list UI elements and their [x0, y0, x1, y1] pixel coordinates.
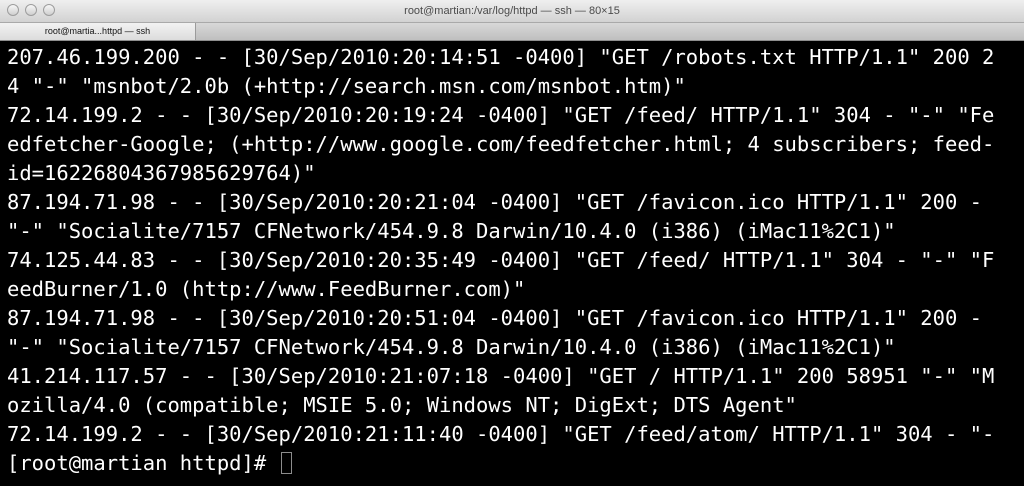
terminal-line: "-" "Socialite/7157 CFNetwork/454.9.8 Da… [7, 219, 896, 243]
terminal-output[interactable]: 207.46.199.200 - - [30/Sep/2010:20:14:51… [0, 44, 1024, 486]
terminal-line: edfetcher-Google; (+http://www.google.co… [7, 132, 995, 156]
terminal-line: 207.46.199.200 - - [30/Sep/2010:20:14:51… [7, 45, 995, 69]
terminal-line: 87.194.71.98 - - [30/Sep/2010:20:51:04 -… [7, 306, 983, 330]
terminal-line: 74.125.44.83 - - [30/Sep/2010:20:35:49 -… [7, 248, 995, 272]
terminal-line: "-" "Socialite/7157 CFNetwork/454.9.8 Da… [7, 335, 896, 359]
terminal-line: id=16226804367985629764)" [7, 161, 316, 185]
terminal-line: 87.194.71.98 - - [30/Sep/2010:20:21:04 -… [7, 190, 983, 214]
tab-ssh-session[interactable]: root@martia...httpd — ssh [0, 23, 196, 40]
terminal-line: 72.14.199.2 - - [30/Sep/2010:20:19:24 -0… [7, 103, 995, 127]
window-title: root@martian:/var/log/httpd — ssh — 80×1… [404, 5, 620, 17]
terminal-line: 4 "-" "msnbot/2.0b (+http://search.msn.c… [7, 74, 686, 98]
terminal-line: 72.14.199.2 - - [30/Sep/2010:21:11:40 -0… [7, 422, 995, 446]
text-cursor [280, 452, 292, 474]
terminal-line: eedBurner/1.0 (http://www.FeedBurner.com… [7, 277, 526, 301]
terminal-window: root@martian:/var/log/httpd — ssh — 80×1… [0, 0, 1024, 486]
tab-bar: root@martia...httpd — ssh [0, 23, 1024, 41]
terminal-line: 41.214.117.57 - - [30/Sep/2010:21:07:18 … [7, 364, 995, 388]
shell-prompt: [root@martian httpd]# [7, 451, 279, 475]
terminal-line: ozilla/4.0 (compatible; MSIE 5.0; Window… [7, 393, 797, 417]
prompt-line[interactable]: [root@martian httpd]# [7, 449, 292, 478]
title-bar: root@martian:/var/log/httpd — ssh — 80×1… [0, 0, 1024, 23]
